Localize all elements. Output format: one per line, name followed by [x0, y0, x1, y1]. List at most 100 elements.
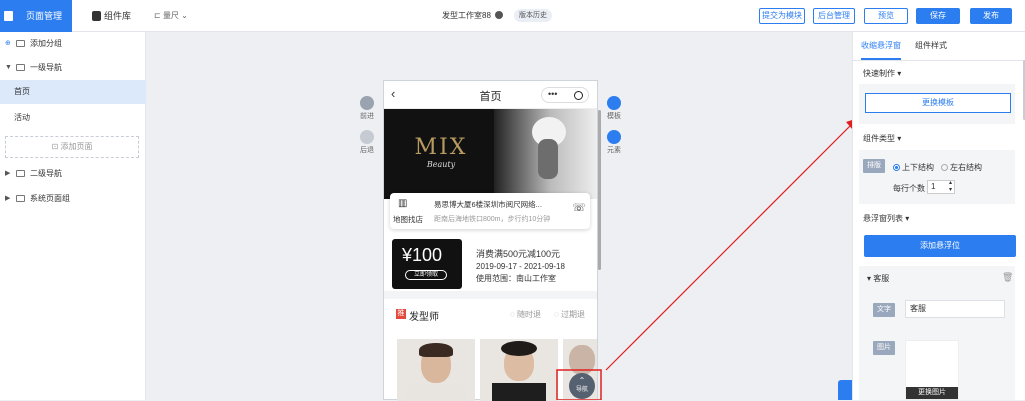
page-activity-label: 活动	[14, 113, 30, 122]
admin-button[interactable]: 后台管理	[813, 8, 855, 24]
banner-logo-text: MIX	[414, 135, 468, 160]
stack-icon	[16, 195, 25, 202]
system-group-row[interactable]: ▶ 系统页面组	[0, 187, 146, 211]
float-nav-label: 导航	[575, 387, 588, 393]
float-list-section[interactable]: 悬浮窗列表 ▾	[863, 213, 909, 224]
chevron-up-icon: ⌃	[578, 376, 586, 385]
close-target-icon[interactable]	[574, 91, 583, 100]
per-row-value: 1	[931, 182, 936, 191]
stylist-title: 发型师	[409, 312, 439, 323]
coupon-value: ¥100	[402, 245, 443, 265]
caret-down-icon: ▼	[5, 64, 12, 71]
image-preview[interactable]: 更换图片	[905, 340, 959, 400]
add-float-button[interactable]: 添加悬浮位	[864, 235, 1016, 257]
caret-down-icon: ▾	[905, 214, 910, 223]
folder-icon	[16, 40, 25, 47]
store-address-card[interactable]: ▥ 易思博大厦6楼深圳市阅尺网络... 地图找店 距南后海地铁口800m，步行约…	[390, 193, 590, 229]
banner-image[interactable]: MIX Beauty	[384, 109, 597, 199]
change-image-button[interactable]: 更换图片	[906, 387, 958, 399]
annotation-arrow-line	[605, 123, 853, 371]
chevron-down-icon: ⌄	[181, 11, 188, 20]
caret-right-icon: ▶	[5, 195, 11, 202]
quick-make-label: 快速制作	[863, 69, 895, 78]
float-item-name: 客服	[873, 274, 890, 283]
back-label: 后退	[360, 147, 374, 154]
page-item-home[interactable]: 首页	[0, 80, 146, 104]
coupon-claim-button[interactable]: 立即领取	[405, 270, 447, 280]
ruler-dropdown[interactable]: ⊏ 量尺 ⌄	[154, 10, 188, 21]
opt-anytime-label: 随时退	[517, 310, 541, 319]
banner-logo-sub: Beauty	[426, 160, 456, 169]
preview-button[interactable]: 预览	[864, 8, 908, 24]
tab-divider	[853, 60, 1025, 61]
map-icon: ▥	[398, 198, 408, 209]
nav-level1-row[interactable]: ▼ 一级导航	[0, 56, 146, 80]
canvas-scrollbar[interactable]	[598, 110, 601, 270]
stepper-arrows-icon[interactable]: ▴ ▾	[949, 180, 952, 194]
nav-level1-label: 一级导航	[30, 63, 62, 72]
miniapp-capsule[interactable]: •••	[541, 87, 589, 103]
image-tag: 图片	[873, 341, 895, 355]
radio-checked-icon	[893, 164, 900, 171]
save-button[interactable]: 保存	[916, 8, 960, 24]
opt-vertical-radio[interactable]: 上下结构	[893, 162, 934, 173]
caret-right-icon: ▶	[5, 170, 11, 177]
opt-anytime-refund: ◌ 随时退	[510, 309, 541, 320]
submit-module-button[interactable]: 提交为模块	[759, 8, 805, 24]
phone-preview: ‹ 首页 ••• MIX Beauty ▥ 易思博大厦6楼深圳市阅尺网络... …	[383, 80, 598, 401]
opt-vertical-label: 上下结构	[902, 163, 934, 172]
undo-icon	[360, 130, 374, 144]
publish-button[interactable]: 发布	[970, 8, 1012, 24]
page-icon	[4, 11, 13, 21]
tab-component-style[interactable]: 组件样式	[915, 32, 947, 60]
check-circle-icon: ◌	[510, 310, 515, 319]
plus-circle-icon: ⊕	[5, 40, 11, 47]
tab-float-window[interactable]: 收缩悬浮窗	[861, 32, 901, 60]
add-group-row[interactable]: ⊕ 添加分组	[0, 32, 146, 56]
version-history-button[interactable]: 版本历史	[514, 9, 552, 22]
properties-panel: 收缩悬浮窗 组件样式 快速制作 ▾ 更换模板 组件类型 ▾ 排版 上下结构 左右…	[852, 32, 1025, 400]
comp-type-section[interactable]: 组件类型 ▾	[863, 133, 901, 144]
phone-call-icon[interactable]: ☏	[572, 201, 586, 214]
back-button[interactable]: 后退	[355, 130, 379, 155]
forward-button[interactable]: 前进	[355, 96, 379, 121]
element-icon	[607, 130, 621, 144]
tab-page-management[interactable]: 页面管理	[0, 0, 72, 32]
nav-level2-row[interactable]: ▶ 二级导航	[0, 162, 146, 186]
template-button[interactable]: 模板	[602, 96, 626, 121]
comp-type-label: 组件类型	[863, 134, 895, 143]
page-item-activity[interactable]: 活动	[0, 106, 146, 130]
address-text: 易思博大厦6楼深圳市阅尺网络...	[434, 200, 542, 209]
float-nav-button[interactable]: ⌃ 导航	[569, 373, 595, 399]
per-row-stepper[interactable]: 1 ▴ ▾	[927, 180, 955, 194]
page-home-label: 首页	[14, 87, 30, 96]
stylist-photo-2[interactable]	[480, 339, 558, 401]
quick-make-section[interactable]: 快速制作 ▾	[863, 68, 901, 79]
float-item-header[interactable]: ▾ 客服	[867, 273, 889, 284]
change-template-button[interactable]: 更换模板	[865, 93, 1011, 113]
edit-icon[interactable]	[495, 11, 504, 19]
add-page-button[interactable]: ⊡ 添加页面	[5, 136, 139, 158]
trash-icon[interactable]: 🗑	[1002, 272, 1013, 283]
opt-horizontal-radio[interactable]: 左右结构	[941, 162, 982, 173]
text-input[interactable]: 客服	[905, 300, 1005, 318]
opt-expired-refund: ◌ 过期退	[554, 309, 585, 320]
tab-component-library[interactable]: 组件库	[86, 0, 146, 32]
stylist-badge: 推	[396, 309, 406, 319]
element-label: 元素	[607, 147, 621, 154]
banner-model-photo	[494, 109, 597, 199]
more-icon[interactable]: •••	[548, 89, 557, 99]
coupon-ticket[interactable]: ¥100 立即领取	[392, 239, 462, 289]
template-label: 模板	[607, 113, 621, 120]
section-divider	[384, 291, 597, 299]
floating-help-icon[interactable]	[838, 380, 852, 400]
folder-icon	[16, 170, 25, 177]
stylist-photo-1[interactable]	[397, 339, 475, 401]
layout-tag: 排版	[863, 159, 885, 173]
system-group-label: 系统页面组	[30, 194, 70, 203]
folder-icon	[16, 64, 25, 71]
nav-level2-label: 二级导航	[30, 169, 62, 178]
studio-title[interactable]: 发型工作室88	[442, 10, 504, 21]
element-button[interactable]: 元素	[602, 130, 626, 155]
caret-down-icon: ▾	[897, 69, 902, 78]
